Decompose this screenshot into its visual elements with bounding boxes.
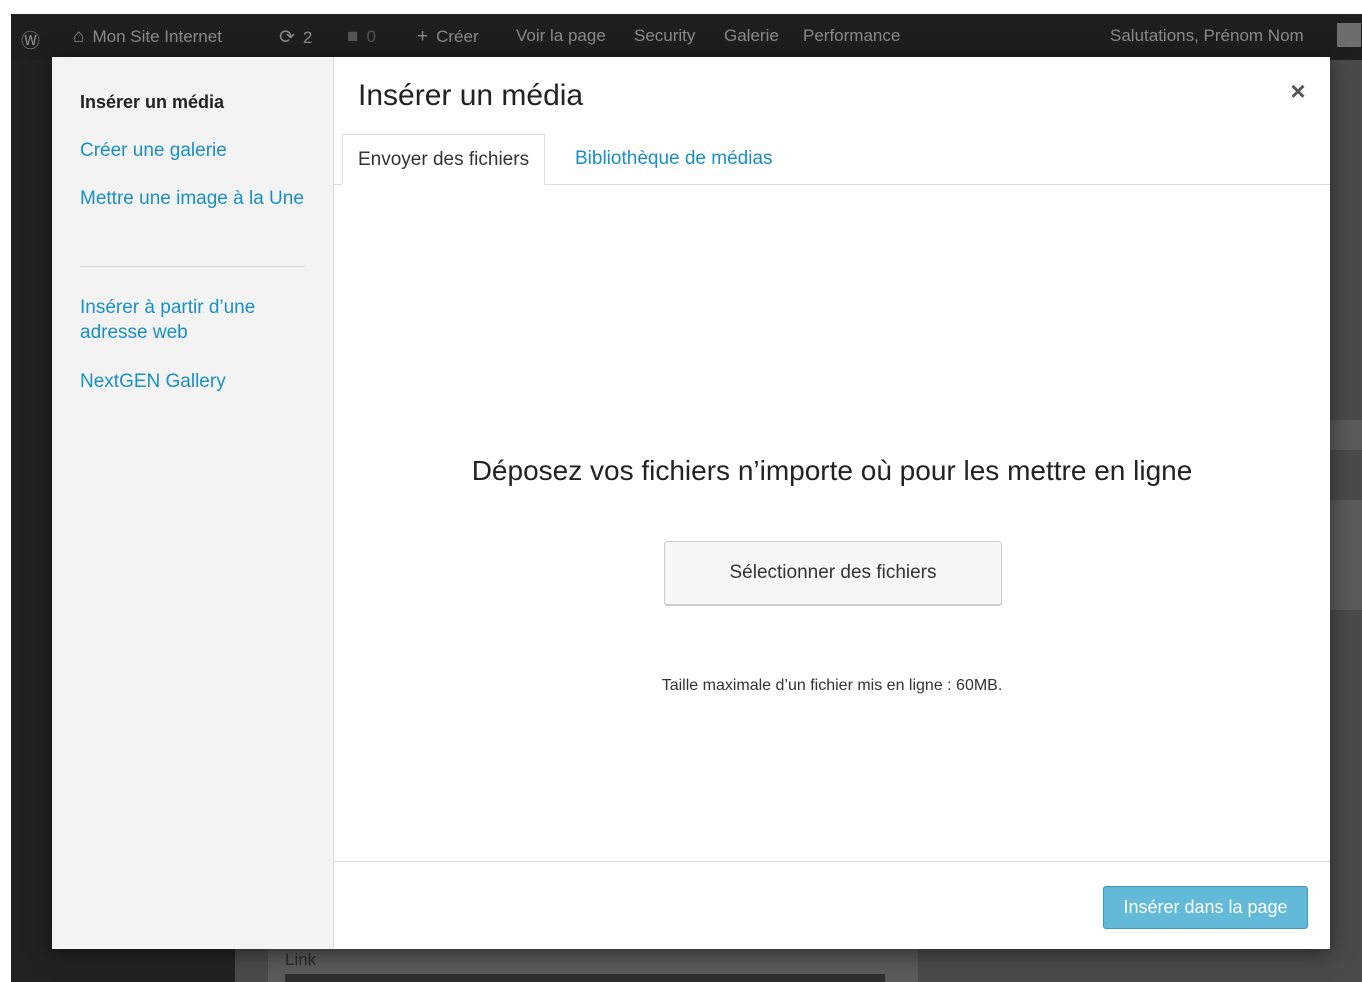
modal-toolbar: Insérer dans la page <box>334 861 1330 949</box>
close-icon[interactable]: × <box>1282 75 1314 107</box>
comments-count: 0 <box>366 27 376 46</box>
modal-title: Insérer un média <box>358 79 584 112</box>
admin-bar: Ⓦ ⌂ Mon Site Internet ⟳ 2 ■ 0 + Créer Vo… <box>11 14 1362 60</box>
menu-item-nextgen-gallery[interactable]: NextGEN Gallery <box>80 369 310 394</box>
create-label: Créer <box>436 27 479 46</box>
gallery-link[interactable]: Galerie <box>724 26 779 46</box>
max-upload-size: Taille maximale d’un fichier mis en lign… <box>661 677 1003 694</box>
refresh-icon: ⟳ <box>279 27 295 48</box>
media-menu: Insérer un média Créer une galerie Mettr… <box>52 57 334 949</box>
site-name: Mon Site Internet <box>92 27 222 46</box>
background-text <box>285 974 885 982</box>
tab-upload-files[interactable]: Envoyer des fichiers <box>342 134 546 185</box>
updates-count: 2 <box>302 27 313 47</box>
media-modal: Insérer un média Créer une galerie Mettr… <box>52 57 1330 949</box>
site-name-link[interactable]: ⌂ Mon Site Internet <box>73 26 222 48</box>
drop-zone-instructions: Déposez vos fichiers n’importe où pour l… <box>471 455 1193 486</box>
insert-into-page-button[interactable]: Insérer dans la page <box>1103 886 1308 929</box>
background-panel <box>1330 420 1362 450</box>
menu-item-insert-media[interactable]: Insérer un média <box>80 90 310 115</box>
home-icon: ⌂ <box>73 26 85 47</box>
view-page-link[interactable]: Voir la page <box>516 26 606 46</box>
select-files-button[interactable]: Sélectionner des fichiers <box>664 541 1002 605</box>
background-panel <box>1330 500 1362 610</box>
tab-media-library[interactable]: Bibliothèque de médias <box>560 134 788 184</box>
comment-icon: ■ <box>347 26 359 47</box>
menu-item-create-gallery[interactable]: Créer une galerie <box>80 138 310 163</box>
background-link-label: Link <box>285 950 317 969</box>
security-link[interactable]: Security <box>634 26 695 46</box>
account-greeting[interactable]: Salutations, Prénom Nom <box>1110 26 1304 46</box>
wordpress-logo-icon[interactable]: Ⓦ <box>21 26 48 53</box>
create-link[interactable]: + Créer <box>417 26 479 48</box>
updates-link[interactable]: ⟳ 2 <box>279 26 312 49</box>
avatar[interactable] <box>1337 23 1361 47</box>
menu-item-insert-from-url[interactable]: Insérer à partir d’une adresse web <box>80 295 310 345</box>
screen: Ⓦ ⌂ Mon Site Internet ⟳ 2 ■ 0 + Créer Vo… <box>0 0 1362 982</box>
menu-separator <box>80 266 305 267</box>
performance-link[interactable]: Performance <box>803 26 900 46</box>
plus-icon: + <box>417 26 429 47</box>
menu-item-featured-image[interactable]: Mettre une image à la Une <box>80 186 310 211</box>
comments-link[interactable]: ■ 0 <box>347 26 376 48</box>
